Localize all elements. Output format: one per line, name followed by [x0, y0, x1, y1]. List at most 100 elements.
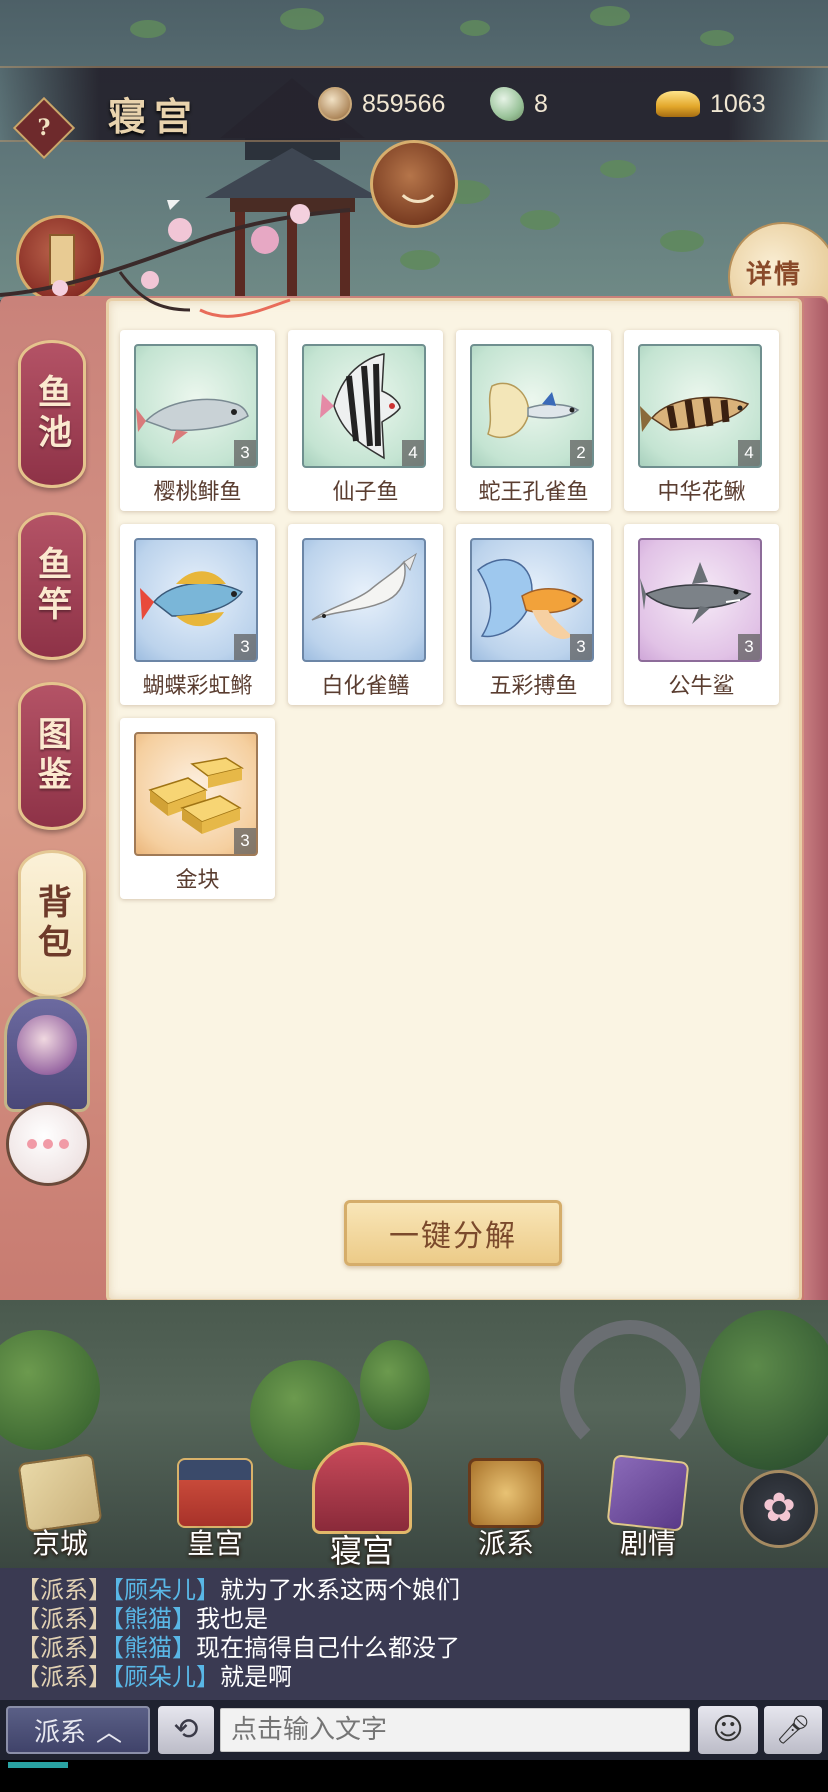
chat-user[interactable]: 【顾朵儿】	[112, 1663, 220, 1691]
item-card[interactable]: 4 中华花鳅	[624, 330, 779, 511]
item-count: 4	[738, 440, 760, 466]
item-card[interactable]: 白化雀鳝	[288, 524, 443, 705]
jade-value: 8	[534, 89, 548, 118]
item-thumb: 2	[470, 344, 594, 468]
gold-ingot-icon	[656, 91, 700, 117]
history-icon: ⟲	[173, 1712, 199, 1747]
item-count: 3	[234, 634, 256, 660]
chat-channel: 【派系】	[16, 1576, 112, 1604]
albino-gar-icon	[311, 552, 418, 621]
channel-select-button[interactable]: 派系 ︿	[6, 1706, 150, 1754]
chat-message: 【派系】【熊猫】我也是	[16, 1605, 828, 1634]
chat-text: 现在搞得自己什么都没了	[196, 1634, 460, 1662]
moon-gate	[560, 1320, 700, 1460]
bedchamber-icon	[312, 1442, 412, 1534]
item-card[interactable]: 4 仙子鱼	[288, 330, 443, 511]
item-name: 五彩搏鱼	[489, 674, 578, 699]
chat-bubble-button[interactable]	[6, 1102, 90, 1186]
fish-bowl-button[interactable]	[370, 140, 458, 228]
tab-label: 鱼竿	[31, 546, 72, 626]
tab-fish-pond[interactable]: 鱼池	[18, 340, 86, 488]
item-name: 蛇王孔雀鱼	[478, 480, 589, 505]
chat-channel: 【派系】	[16, 1663, 112, 1691]
item-thumb: 4	[302, 344, 426, 468]
item-thumb: 3	[470, 538, 594, 662]
item-thumb: 3	[134, 732, 258, 856]
gold-value: 1063	[710, 89, 766, 118]
chat-message: 【派系】【顾朵儿】就是啊	[16, 1663, 828, 1692]
item-name: 蝴蝶彩虹鳉	[142, 674, 253, 699]
jade-icon	[490, 87, 524, 121]
item-thumb: 3	[638, 538, 762, 662]
decompose-all-button[interactable]: 一键分解	[344, 1200, 562, 1266]
item-thumb: 3	[134, 344, 258, 468]
voice-button[interactable]: 🎤︎	[764, 1706, 822, 1754]
chat-text: 我也是	[196, 1605, 268, 1633]
panel-edge	[804, 298, 828, 1316]
item-card[interactable]: 2 蛇王孔雀鱼	[456, 330, 611, 511]
chat-text: 就为了水系这两个娘们	[220, 1576, 460, 1604]
item-card[interactable]: 3 五彩搏鱼	[456, 524, 611, 705]
nav-label: 剧情	[619, 1527, 676, 1560]
chat-message: 【派系】【顾朵儿】就为了水系这两个娘们	[16, 1576, 828, 1605]
item-card[interactable]: 3 樱桃鲱鱼	[120, 330, 275, 511]
item-count: 3	[234, 828, 256, 854]
chat-user[interactable]: 【熊猫】	[112, 1634, 196, 1662]
progress-indicator	[8, 1762, 68, 1768]
avatar-button[interactable]	[4, 996, 90, 1112]
item-thumb: 4	[638, 344, 762, 468]
nav-bedchamber[interactable]: 寝宫	[302, 1442, 422, 1570]
nav-palace[interactable]: 皇宫	[155, 1450, 275, 1570]
item-name: 仙子鱼	[332, 480, 399, 505]
map-icon	[17, 1453, 103, 1533]
bottom-nav: 京城 皇宫 寝宫 派系 剧情	[0, 1442, 828, 1570]
chat-log: 【派系】【顾朵儿】就为了水系这两个娘们 【派系】【熊猫】我也是 【派系】【熊猫】…	[0, 1568, 828, 1700]
item-card[interactable]: 3 金块	[120, 718, 275, 899]
emoji-icon: ☺	[712, 1712, 744, 1747]
chat-input[interactable]	[220, 1708, 690, 1752]
nav-story[interactable]: 剧情	[588, 1450, 708, 1570]
item-name: 樱桃鲱鱼	[153, 480, 242, 505]
chat-user[interactable]: 【熊猫】	[112, 1605, 196, 1633]
coin-value: 859566	[362, 89, 446, 118]
history-button[interactable]: ⟲	[158, 1706, 214, 1754]
nav-label: 寝宫	[329, 1532, 394, 1570]
tab-collection[interactable]: 图鉴	[18, 682, 86, 830]
tab-label: 鱼池	[31, 374, 72, 454]
jade-resource: 8	[490, 86, 548, 122]
nav-label: 派系	[477, 1527, 534, 1560]
channel-label: 派系	[33, 1717, 86, 1748]
signboard-button[interactable]	[16, 215, 104, 303]
item-count: 3	[234, 440, 256, 466]
item-thumb: 3	[134, 538, 258, 662]
tab-label: 图鉴	[31, 716, 72, 796]
nav-faction[interactable]: 派系	[446, 1450, 566, 1570]
signboard-icon	[49, 234, 75, 286]
item-name: 金块	[175, 868, 220, 893]
gold-resource: 1063	[656, 86, 766, 122]
blossom-menu-button[interactable]: ✿	[740, 1470, 818, 1548]
tab-label: 背包	[31, 884, 72, 964]
item-card[interactable]: 3 公牛鲨	[624, 524, 779, 705]
item-card[interactable]: 3 蝴蝶彩虹鳉	[120, 524, 275, 705]
emoji-button[interactable]: ☺	[698, 1706, 758, 1754]
tab-backpack[interactable]: 背包	[18, 850, 86, 998]
item-thumb	[302, 538, 426, 662]
question-icon: ?	[37, 115, 51, 141]
chat-channel: 【派系】	[16, 1634, 112, 1662]
item-name: 公牛鲨	[668, 674, 735, 699]
book-icon	[606, 1454, 690, 1532]
nav-capital[interactable]: 京城	[0, 1450, 120, 1570]
microphone-icon: 🎤︎	[775, 1713, 811, 1746]
faction-icon	[468, 1458, 544, 1528]
item-count: 3	[738, 634, 760, 660]
nav-label: 京城	[31, 1527, 88, 1560]
ellipsis-icon	[27, 1139, 69, 1149]
item-count: 3	[570, 634, 592, 660]
item-name: 白化雀鳝	[321, 674, 410, 699]
page-title: 寝宫	[108, 94, 201, 139]
chat-user[interactable]: 【顾朵儿】	[112, 1576, 220, 1604]
tab-fishing-rod[interactable]: 鱼竿	[18, 512, 86, 660]
chat-text: 就是啊	[220, 1663, 292, 1691]
detail-label: 详情	[746, 260, 803, 290]
